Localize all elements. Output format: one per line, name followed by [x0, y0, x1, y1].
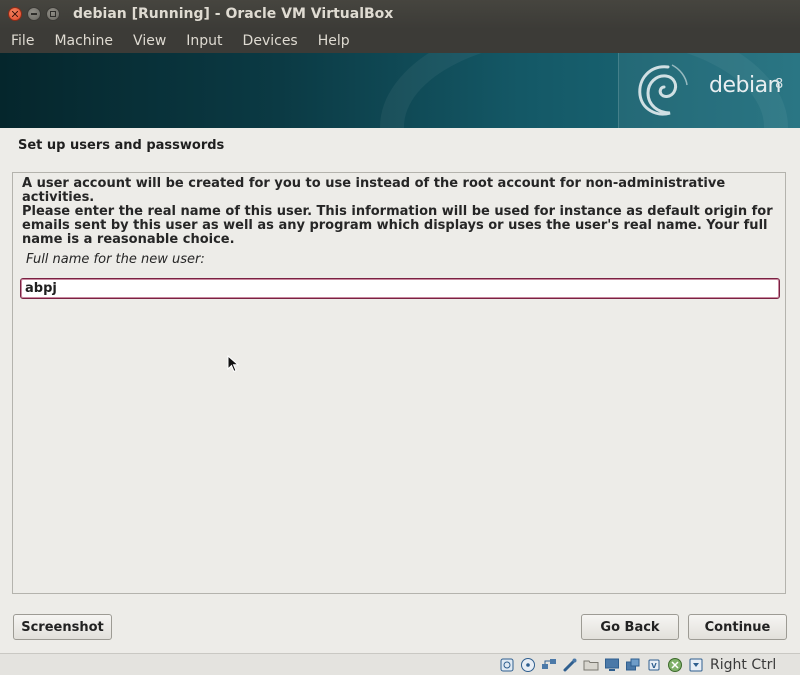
optical-disk-icon[interactable]: [519, 656, 537, 673]
cpu-icon[interactable]: V: [645, 656, 663, 673]
full-name-input[interactable]: [20, 278, 780, 299]
video-capture-icon[interactable]: [624, 656, 642, 673]
status-bar: V Right Ctrl: [0, 653, 800, 675]
minimize-window-icon[interactable]: [27, 7, 41, 21]
keyboard-capture-icon[interactable]: [687, 656, 705, 673]
status-icons: V: [498, 656, 705, 673]
continue-button[interactable]: Continue: [688, 614, 787, 640]
menu-view[interactable]: View: [123, 29, 176, 53]
svg-text:V: V: [651, 662, 657, 670]
window-title: debian [Running] - Oracle VM VirtualBox: [73, 6, 394, 22]
mouse-integration-icon[interactable]: [666, 656, 684, 673]
menu-devices[interactable]: Devices: [233, 29, 308, 53]
menu-machine[interactable]: Machine: [44, 29, 123, 53]
menu-input[interactable]: Input: [176, 29, 232, 53]
display-icon[interactable]: [603, 656, 621, 673]
title-bar: debian [Running] - Oracle VM VirtualBox: [0, 0, 800, 29]
full-name-label: Full name for the new user:: [26, 252, 205, 267]
mouse-pointer-icon: [227, 355, 239, 373]
menu-file[interactable]: File: [0, 29, 44, 53]
host-key-label: Right Ctrl: [710, 657, 777, 673]
step-title: Set up users and passwords: [18, 138, 225, 153]
menu-help[interactable]: Help: [308, 29, 360, 53]
go-back-button[interactable]: Go Back: [581, 614, 679, 640]
usb-icon[interactable]: [561, 656, 579, 673]
close-window-icon[interactable]: [8, 7, 22, 21]
maximize-window-icon[interactable]: [46, 7, 60, 21]
banner-version: 8: [775, 77, 784, 92]
banner-wordmark: debian: [709, 73, 782, 98]
shared-folders-icon[interactable]: [582, 656, 600, 673]
screenshot-button[interactable]: Screenshot: [13, 614, 112, 640]
debian-swirl-icon: [638, 64, 688, 116]
info-paragraph-2: Please enter the real name of this user.…: [22, 204, 773, 247]
debian-banner: [0, 53, 800, 128]
virtualbox-window: debian [Running] - Oracle VM VirtualBox …: [0, 0, 800, 675]
hard-disk-icon[interactable]: [498, 656, 516, 673]
network-icon[interactable]: [540, 656, 558, 673]
info-paragraph-1: A user account will be created for you t…: [22, 176, 726, 205]
menu-bar: File Machine View Input Devices Help: [0, 29, 800, 53]
